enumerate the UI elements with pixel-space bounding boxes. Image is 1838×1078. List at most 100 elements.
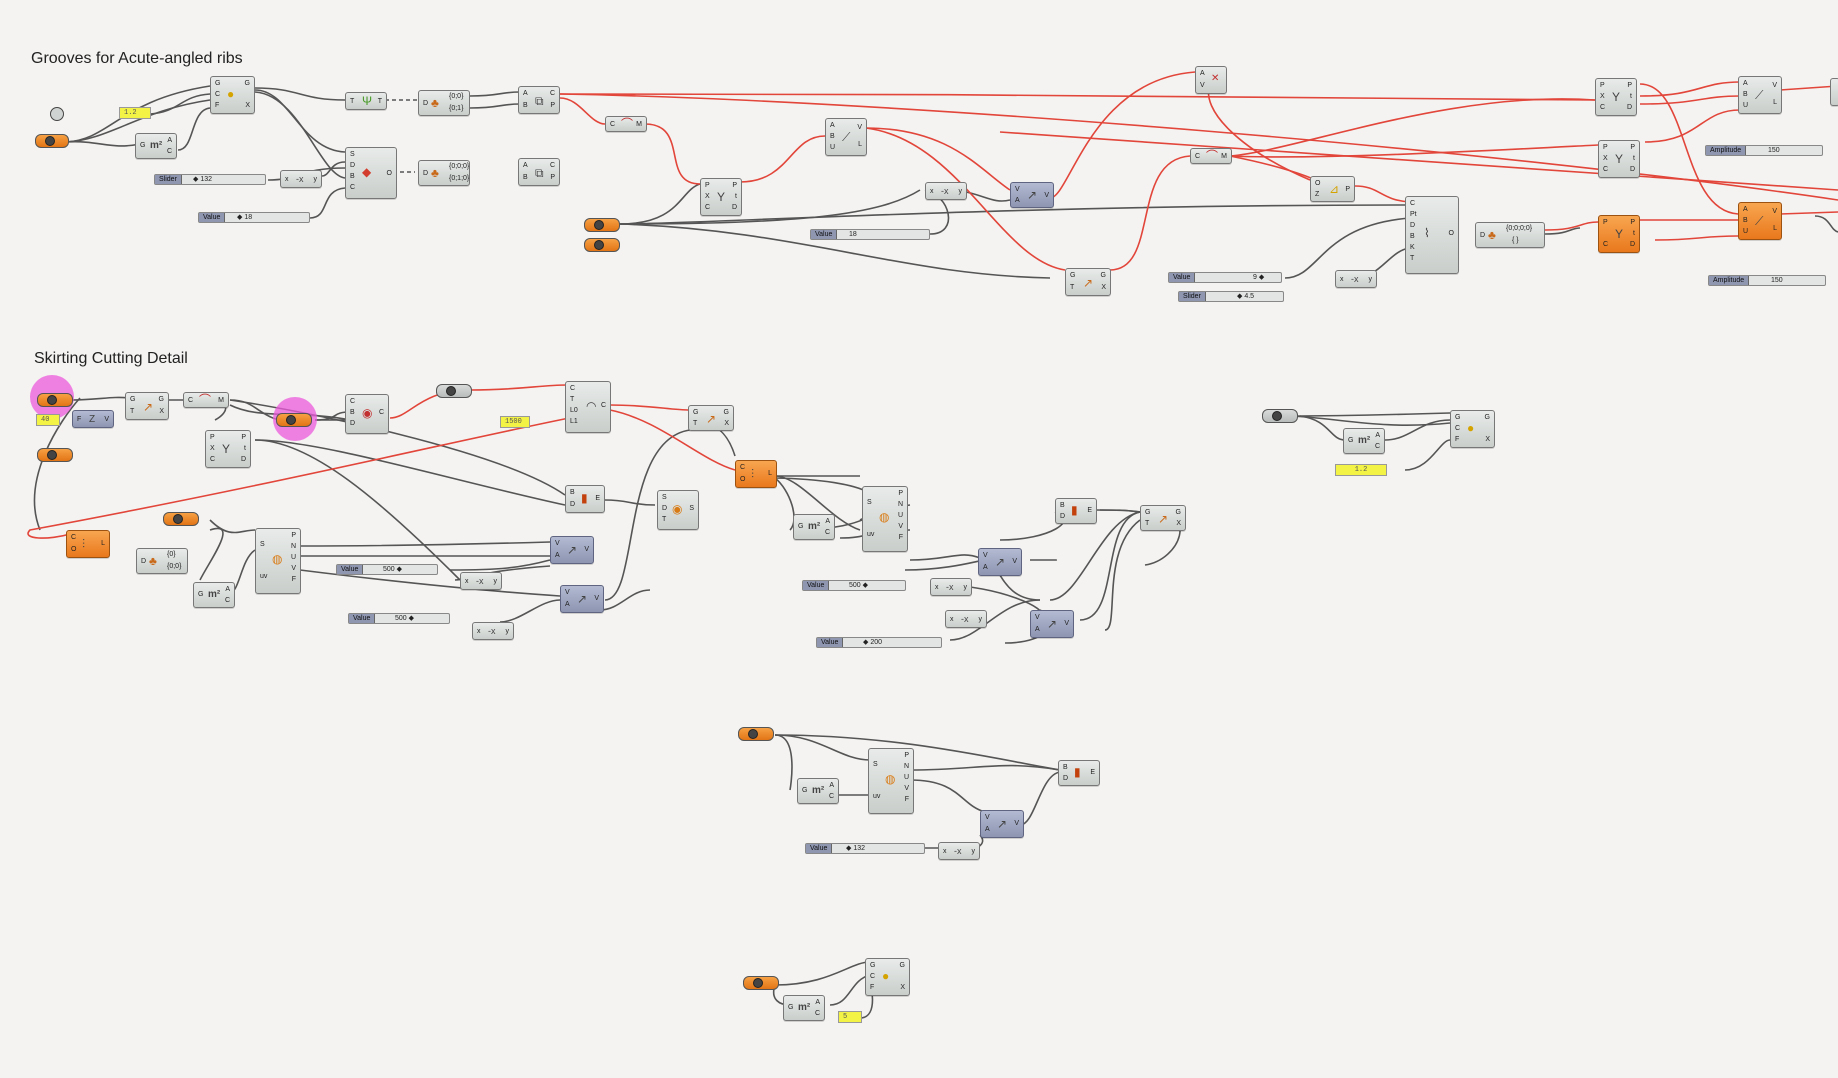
- brep-param[interactable]: [584, 218, 620, 232]
- component-evaluate-surface-2[interactable]: Suv PNUVF ◍: [862, 486, 908, 552]
- component-plane-orange[interactable]: PC PtD Y: [1598, 215, 1640, 253]
- component-line-orange[interactable]: ABU VL ⟋: [1738, 202, 1782, 240]
- component-vector-amplitude-3[interactable]: VAV ↗: [560, 585, 604, 613]
- brep-param[interactable]: [1262, 409, 1298, 423]
- component-negative[interactable]: xy -x: [930, 578, 972, 596]
- component-cull[interactable]: AB CP ⧉: [518, 86, 560, 114]
- component-area[interactable]: GAC m²: [193, 582, 235, 608]
- brep-param[interactable]: [436, 384, 472, 398]
- number-slider[interactable]: Amplitude 150: [1708, 275, 1826, 286]
- wire: [1289, 412, 1451, 417]
- vector-icon: ↗: [577, 592, 588, 606]
- wire: [1289, 415, 1451, 426]
- component-negative[interactable]: xy -x: [1335, 270, 1377, 288]
- component-offscreen[interactable]: [1830, 78, 1838, 106]
- component-vector-amplitude-4[interactable]: VAV ↗: [978, 548, 1022, 576]
- brep-param[interactable]: [584, 238, 620, 252]
- component-vector-amplitude-6[interactable]: VAV ↗: [980, 810, 1024, 838]
- component-explode-tree[interactable]: D ♣ {0;0} {0;1}: [418, 90, 470, 116]
- component-brep-closest[interactable]: GCF GX ●: [210, 76, 255, 114]
- component-move-3[interactable]: GT GX ↗: [1140, 505, 1186, 531]
- panel-value[interactable]: 1.2: [1335, 464, 1387, 476]
- brep-param[interactable]: [743, 976, 779, 990]
- component-split-brep[interactable]: CBD C ◉: [345, 394, 389, 434]
- component-unit-z[interactable]: FV Z: [72, 410, 114, 428]
- brep-param[interactable]: [35, 134, 69, 148]
- component-move-2[interactable]: GT GX ↗: [688, 405, 734, 431]
- component-vector-amplitude[interactable]: VAV ↗: [1010, 182, 1054, 208]
- component-curve-middle-3[interactable]: CM ⌒: [183, 392, 229, 408]
- number-slider[interactable]: Amplitude 150: [1705, 145, 1823, 156]
- number-slider[interactable]: Value ◆ 200: [816, 637, 942, 648]
- component-plane-3[interactable]: PXC PtD Y: [1598, 140, 1640, 178]
- panel-value[interactable]: 1.2: [119, 107, 151, 119]
- component-vector-amplitude-5[interactable]: VAV ↗: [1030, 610, 1074, 638]
- component-line[interactable]: ABU VL ⟋: [825, 118, 867, 156]
- component-curve-middle[interactable]: CM ⌒: [605, 116, 647, 132]
- component-arc[interactable]: C T L0 L1 C ◠: [565, 381, 611, 433]
- move-icon: ↗: [1083, 276, 1094, 290]
- brep-param[interactable]: [276, 413, 312, 427]
- component-solid-difference[interactable]: SDBC O ◆: [345, 147, 397, 199]
- panel-value[interactable]: 1500: [500, 416, 530, 428]
- number-slider[interactable]: Slider ◆ 132: [154, 174, 266, 185]
- component-extrude-3[interactable]: BDE ▮: [1058, 760, 1100, 786]
- component-explode-tree-4[interactable]: D ♣ {0} {0;0}: [136, 548, 188, 574]
- line-icon: ⟋: [842, 130, 851, 144]
- component-move[interactable]: GT GX ↗: [1065, 268, 1111, 296]
- brep-param[interactable]: [738, 727, 774, 741]
- component-negative[interactable]: xy -x: [472, 622, 514, 640]
- number-slider[interactable]: Slider ◆ 4.5: [1178, 291, 1284, 302]
- component-extrude-2[interactable]: BDE ▮: [1055, 498, 1097, 524]
- panel-value[interactable]: 5: [838, 1011, 862, 1023]
- point-param-icon[interactable]: [50, 107, 64, 121]
- component-plane-2[interactable]: PXC PtD Y: [1595, 78, 1637, 116]
- component-negative[interactable]: xy -x: [945, 610, 987, 628]
- component-curve-middle-2[interactable]: CM ⌒: [1190, 148, 1232, 164]
- plane-icon: Y: [1615, 152, 1624, 166]
- component-negative[interactable]: xy -x: [280, 170, 322, 188]
- solid-icon: ◆: [362, 165, 372, 179]
- brep-param[interactable]: [37, 393, 73, 407]
- component-brep-closest-3[interactable]: GCF GX ●: [865, 958, 910, 996]
- component-area[interactable]: GAC m²: [135, 133, 177, 159]
- component-vector-amplitude-2[interactable]: VAV ↗: [550, 536, 594, 564]
- number-slider[interactable]: Value ◆ 132: [805, 843, 925, 854]
- component-negative[interactable]: xy -x: [460, 572, 502, 590]
- number-slider[interactable]: Value 500 ◆: [336, 564, 438, 575]
- number-slider[interactable]: Value 500 ◆: [348, 613, 450, 624]
- component-plane-4[interactable]: PXC PtD Y: [205, 430, 251, 468]
- component-solid[interactable]: SDT S ◉: [657, 490, 699, 530]
- component-move[interactable]: GT GX ↗: [125, 392, 169, 420]
- component-evaluate-surface[interactable]: Suv PNUVF ◍: [255, 528, 301, 594]
- number-slider[interactable]: Value ◆ 18: [198, 212, 310, 223]
- component-divide-orange[interactable]: COL ⫶: [66, 530, 110, 558]
- brep-param[interactable]: [37, 448, 73, 462]
- component-tree-flip[interactable]: TT Ψ: [345, 92, 387, 110]
- component-point-oriented[interactable]: OZP ⊿: [1310, 176, 1355, 202]
- number-slider[interactable]: Value 500 ◆: [802, 580, 906, 591]
- brep-param[interactable]: [163, 512, 199, 526]
- component-line-2[interactable]: ABU VL ⟋: [1738, 76, 1782, 114]
- component-loft[interactable]: C Pt D B K T O ⌇: [1405, 196, 1459, 274]
- component-negative[interactable]: xy -x: [938, 842, 980, 860]
- grasshopper-canvas[interactable]: Grooves for Acute-angled ribs Skirting C…: [0, 0, 1838, 1078]
- number-slider[interactable]: Value 18: [810, 229, 930, 240]
- component-area[interactable]: GAC m²: [783, 995, 825, 1021]
- component-plane[interactable]: PXC PtD Y: [700, 178, 742, 216]
- component-area[interactable]: GAC m²: [1343, 428, 1385, 454]
- component-cull-pattern[interactable]: AV ✕: [1195, 66, 1227, 94]
- component-negative[interactable]: xy -x: [925, 182, 967, 200]
- component-area[interactable]: GAC m²: [797, 778, 839, 804]
- number-slider[interactable]: Value 9 ◆: [1168, 272, 1282, 283]
- component-divide-orange-2[interactable]: COL ⫶: [735, 460, 777, 488]
- panel-value[interactable]: 40: [36, 414, 60, 426]
- component-brep-closest-2[interactable]: GCF GX ●: [1450, 410, 1495, 448]
- wire: [1049, 71, 1196, 199]
- component-evaluate-surface-3[interactable]: Suv PNUVF ◍: [868, 748, 914, 814]
- component-extrude[interactable]: BDE ▮: [565, 485, 605, 513]
- component-explode-tree-2[interactable]: D ♣ {0;0;0} {0;1;0}: [418, 160, 470, 186]
- component-explode-tree-3[interactable]: D ♣ {0;0;0;0} { }: [1475, 222, 1545, 248]
- component-cull-2[interactable]: AB CP ⧉: [518, 158, 560, 186]
- component-area[interactable]: GAC m²: [793, 514, 835, 540]
